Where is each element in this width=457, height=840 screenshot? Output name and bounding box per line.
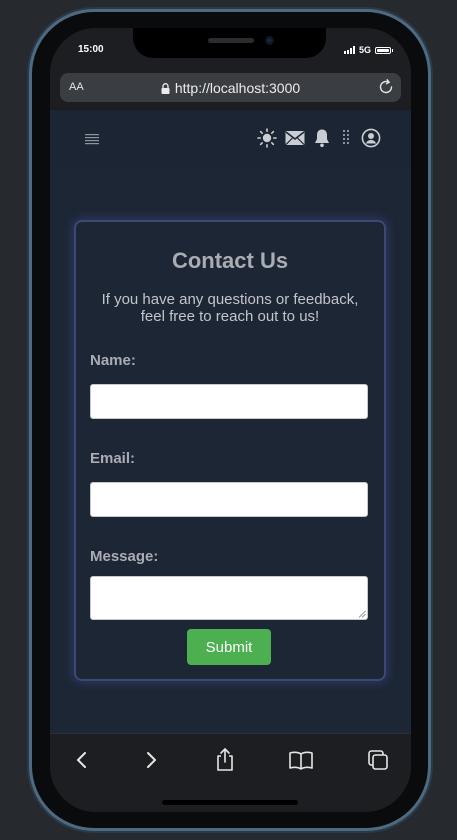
menu-icon[interactable] [85, 132, 99, 146]
name-label: Name: [90, 352, 136, 369]
network-label: 5G [358, 45, 371, 55]
address-bar[interactable]: AA http://localhost:3000 [60, 73, 401, 102]
contact-form: Contact Us If you have any questions or … [74, 220, 386, 681]
url-display[interactable]: http://localhost:3000 [60, 80, 401, 96]
tabs-icon[interactable] [366, 746, 390, 774]
back-icon[interactable] [72, 746, 92, 774]
forward-icon[interactable] [141, 746, 161, 774]
status-bar: 15:00 5G [50, 28, 411, 72]
battery-icon [375, 46, 393, 54]
main-content: Contact Us If you have any questions or … [50, 168, 411, 733]
app-header [50, 110, 411, 168]
message-textarea[interactable] [90, 576, 368, 620]
sun-icon[interactable] [257, 128, 277, 148]
signal-icon [343, 46, 355, 54]
notch [133, 28, 326, 58]
page-title: Contact Us [171, 248, 289, 273]
browser-chrome: AA http://localhost:3000 [50, 72, 411, 110]
home-indicator [162, 800, 298, 805]
volume-down-button [27, 278, 31, 338]
user-icon[interactable] [361, 128, 381, 148]
submit-button[interactable]: Submit [187, 629, 271, 665]
reload-icon[interactable] [377, 78, 395, 96]
phone-screen: 15:00 5G AA http://localhost:3000 Contac… [50, 28, 411, 812]
browser-toolbar [50, 733, 411, 812]
front-camera [265, 36, 274, 45]
lock-icon [161, 82, 170, 94]
mute-switch [27, 140, 31, 170]
volume-up-button [27, 200, 31, 260]
share-icon[interactable] [213, 746, 237, 774]
apps-icon[interactable] [339, 129, 353, 147]
name-input[interactable] [90, 384, 368, 419]
power-button [429, 222, 433, 314]
url-text: http://localhost:3000 [174, 80, 301, 96]
bookmarks-icon[interactable] [288, 746, 314, 774]
status-indicators: 5G [343, 45, 393, 55]
email-label: Email: [90, 450, 136, 467]
form-description: If you have any questions or feedback, f… [101, 291, 359, 325]
mail-icon[interactable] [285, 130, 305, 146]
resize-grip-icon[interactable] [358, 610, 366, 618]
message-label: Message: [90, 548, 159, 565]
speaker [208, 38, 254, 43]
bell-icon[interactable] [313, 128, 331, 148]
email-input[interactable] [90, 482, 368, 517]
status-time: 15:00 [78, 44, 104, 55]
header-actions [257, 128, 381, 148]
